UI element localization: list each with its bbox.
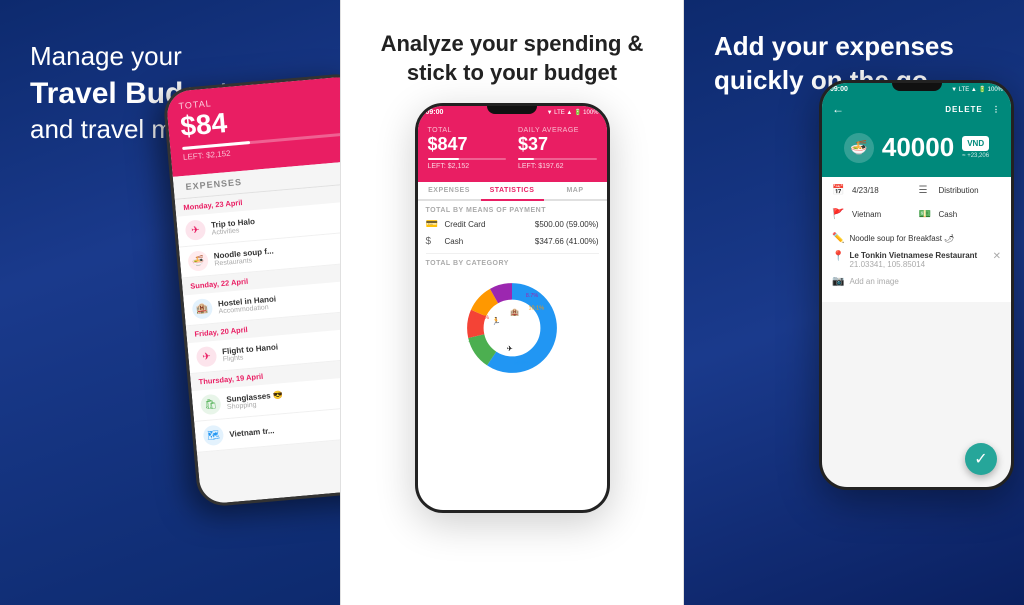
cash-name: Cash bbox=[445, 237, 530, 246]
credit-card-icon: 💳 bbox=[426, 219, 440, 230]
phone3-notch bbox=[892, 83, 942, 91]
phone-mockup-3: 09:00 ▼ LTE ▲ 🔋 100% ← DELETE ⋮ 🍜 40000 … bbox=[819, 80, 1014, 490]
svg-text:8.7%: 8.7% bbox=[526, 293, 539, 299]
phone3-details: 📅 4/23/18 ☰ Distribution 🚩 Vietnam bbox=[822, 177, 1011, 302]
cash-icon: $ bbox=[426, 236, 440, 247]
close-icon[interactable]: ✕ bbox=[993, 251, 1001, 262]
expense-icon-6: 🗺 bbox=[203, 425, 225, 447]
phone2-content: TOTAL BY MEANS OF PAYMENT 💳 Credit Card … bbox=[418, 201, 607, 389]
fab-button[interactable]: ✓ bbox=[965, 443, 997, 475]
phone1-header: TOTAL $84 LEFT: $2,152 bbox=[165, 75, 340, 177]
phone2-tabs: EXPENSES STATISTICS MAP bbox=[418, 182, 607, 201]
svg-text:🏃: 🏃 bbox=[492, 317, 501, 326]
tab-map[interactable]: MAP bbox=[544, 182, 607, 199]
cash-icon-2: 💵 bbox=[919, 209, 933, 220]
pencil-icon: ✏️ bbox=[832, 233, 844, 244]
distribution-icon: ☰ bbox=[919, 185, 933, 196]
food-icon: 🍜 bbox=[844, 133, 874, 163]
amount-number: 40000 bbox=[882, 132, 954, 163]
delete-label[interactable]: DELETE bbox=[945, 105, 983, 114]
date-row: 📅 4/23/18 bbox=[832, 185, 915, 196]
expense-icon-3: 🏨 bbox=[192, 298, 214, 320]
stat-total: TOTAL $847 LEFT: $2,152 bbox=[428, 127, 507, 170]
distribution-row: ☰ Distribution bbox=[919, 185, 1002, 196]
svg-text:59.0%: 59.0% bbox=[514, 361, 530, 367]
currency-sub: ≈ +23,206 bbox=[962, 153, 989, 159]
phone2-screen: 09:00 ▼ LTE ▲ 🔋 100% TOTAL $847 LEFT: $2… bbox=[418, 106, 607, 510]
svg-text:✈: ✈ bbox=[507, 344, 513, 353]
expense-icon-2: 🍜 bbox=[187, 250, 209, 272]
svg-text:10.1%: 10.1% bbox=[529, 306, 545, 312]
distribution-text: Distribution bbox=[939, 186, 979, 195]
phone3-time: 09:00 bbox=[830, 86, 848, 93]
credit-card-amount: $500.00 (59.00%) bbox=[535, 220, 599, 229]
section-payment-label: TOTAL BY MEANS OF PAYMENT bbox=[426, 207, 599, 214]
image-row: 📷 Add an image bbox=[832, 276, 1001, 287]
panel-1: Manage your Travel Budget and travel mor… bbox=[0, 0, 340, 605]
camera-icon: 📷 bbox=[832, 276, 844, 287]
tab-statistics[interactable]: STATISTICS bbox=[481, 182, 544, 201]
add-image-text[interactable]: Add an image bbox=[849, 277, 898, 286]
back-icon[interactable]: ← bbox=[832, 102, 844, 116]
location-row: 📍 Le Tonkin Vietnamese Restaurant 21.033… bbox=[832, 251, 1001, 269]
phone-mockup-1: TOTAL $84 LEFT: $2,152 EXPENSES Monday, … bbox=[162, 72, 340, 508]
flag-icon: 🚩 bbox=[832, 209, 846, 220]
phone-mockup-2: 09:00 ▼ LTE ▲ 🔋 100% TOTAL $847 LEFT: $2… bbox=[415, 103, 610, 513]
divider bbox=[426, 253, 599, 254]
phone2-notch bbox=[487, 106, 537, 114]
country-text: Vietnam bbox=[852, 210, 881, 219]
phone3-amount-area: 🍜 40000 VND ≈ +23,206 bbox=[822, 122, 1011, 177]
phone2-time: 09:00 bbox=[426, 109, 444, 116]
expense-details-6: Vietnam tr... bbox=[229, 416, 340, 438]
phone3-screen: 09:00 ▼ LTE ▲ 🔋 100% ← DELETE ⋮ 🍜 40000 … bbox=[822, 83, 1011, 487]
phone3-toolbar: ← DELETE ⋮ bbox=[822, 96, 1011, 122]
panel2-headline: Analyze your spending & stick to your bu… bbox=[361, 30, 663, 87]
svg-text:12.0%: 12.0% bbox=[468, 338, 484, 344]
expense-details-5: Sunglasses 😎 Shopping bbox=[226, 382, 340, 411]
currency-badge: VND bbox=[962, 136, 989, 151]
phone3-status-icons: ▼ LTE ▲ 🔋 100% bbox=[951, 86, 1003, 93]
panel-3: Add your expenses quickly on the go 09:0… bbox=[684, 0, 1024, 605]
calendar-icon: 📅 bbox=[832, 185, 846, 196]
payment-cash: $ Cash $347.66 (41.00%) bbox=[426, 236, 599, 247]
phone-1-screen: TOTAL $84 LEFT: $2,152 EXPENSES Monday, … bbox=[165, 75, 340, 504]
phone2-header: TOTAL $847 LEFT: $2,152 DAILY AVERAGE $3… bbox=[418, 119, 607, 182]
svg-text:🏨: 🏨 bbox=[510, 307, 519, 316]
toolbar-actions: DELETE ⋮ bbox=[945, 105, 1001, 114]
noodle-text: Noodle soup for Breakfast 🌶 bbox=[849, 234, 954, 243]
expense-icon-1: ✈ bbox=[185, 219, 207, 241]
payment-row: 💵 Cash bbox=[919, 209, 1002, 220]
stat-daily: DAILY AVERAGE $37 LEFT: $197.62 bbox=[518, 127, 597, 170]
expense-details-3: Hostel in Hanoi Accommodation bbox=[218, 286, 340, 315]
fab-icon: ✓ bbox=[974, 449, 987, 469]
expense-icon-4: ✈ bbox=[196, 346, 218, 368]
cash-amount: $347.66 (41.00%) bbox=[535, 237, 599, 246]
expense-details-2: Noodle soup f... Restaurants bbox=[213, 238, 340, 267]
country-row: 🚩 Vietnam bbox=[832, 209, 915, 220]
panel-2: Analyze your spending & stick to your bu… bbox=[340, 0, 684, 605]
expense-icon-5: 🛍 bbox=[200, 394, 222, 416]
expense-details-4: Flight to Hanoi Flights bbox=[222, 334, 340, 363]
tab-expenses[interactable]: EXPENSES bbox=[418, 182, 481, 199]
location-name: Le Tonkin Vietnamese Restaurant bbox=[849, 251, 987, 260]
payment-credit-card: 💳 Credit Card $500.00 (59.00%) bbox=[426, 219, 599, 230]
donut-chart-container: 8.7% 10.1% 10.2% 12.0% 59.0% ✈ 🏃 🏨 bbox=[426, 273, 599, 383]
payment-text: Cash bbox=[939, 210, 958, 219]
donut-chart: 8.7% 10.1% 10.2% 12.0% 59.0% ✈ 🏃 🏨 bbox=[457, 273, 567, 383]
svg-text:10.2%: 10.2% bbox=[474, 315, 490, 321]
credit-card-name: Credit Card bbox=[445, 220, 530, 229]
expense-details-1: Trip to Halo Activities bbox=[211, 208, 340, 237]
stats-row: TOTAL $847 LEFT: $2,152 DAILY AVERAGE $3… bbox=[428, 127, 597, 170]
location-icon: 📍 bbox=[832, 251, 844, 262]
noodle-row: ✏️ Noodle soup for Breakfast 🌶 bbox=[832, 233, 1001, 244]
location-coords: 21.03341, 105.85014 bbox=[849, 260, 987, 269]
more-icon[interactable]: ⋮ bbox=[992, 105, 1001, 114]
date-text: 4/23/18 bbox=[852, 186, 879, 195]
section-category-label: TOTAL BY CATEGORY bbox=[426, 260, 599, 267]
phone2-status-icons: ▼ LTE ▲ 🔋 100% bbox=[547, 109, 599, 116]
